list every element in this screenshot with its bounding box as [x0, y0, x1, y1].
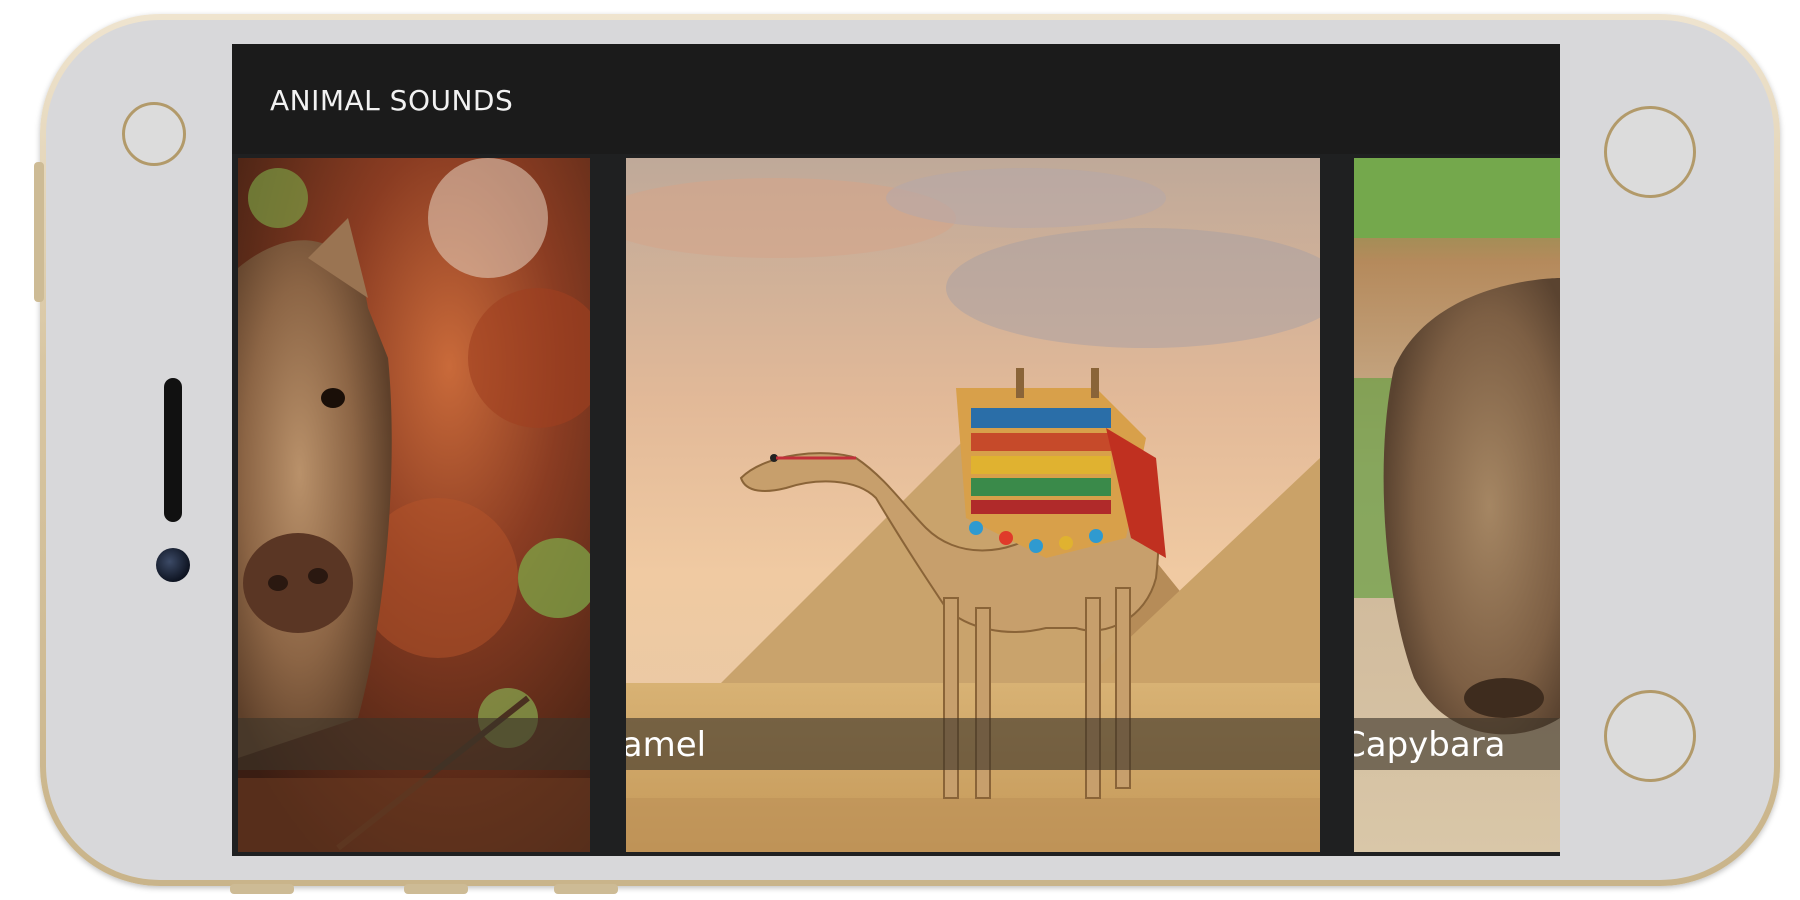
card-label-band [626, 718, 1320, 770]
app-screen: ANIMAL SOUNDS amel Capybara [232, 44, 1560, 856]
phone-button [404, 884, 468, 894]
phone-sensor-circle [122, 102, 186, 166]
app-bar: ANIMAL SOUNDS [232, 44, 1560, 154]
animal-card[interactable]: Capybara [1354, 158, 1560, 852]
phone-sensor-circle [1604, 106, 1696, 198]
animal-carousel[interactable]: Camel [232, 158, 1560, 852]
card-label-band [238, 718, 590, 770]
card-label: Capybara [1354, 725, 1506, 765]
phone-button [230, 884, 294, 894]
volume-button [34, 162, 44, 302]
phone-button [554, 884, 618, 894]
animal-card[interactable]: Camel [626, 158, 1320, 852]
phone-home-circle [1604, 690, 1696, 782]
phone-camera [156, 548, 190, 582]
app-title: ANIMAL SOUNDS [270, 84, 514, 117]
phone-speaker [164, 378, 182, 522]
card-label: Camel [626, 725, 707, 765]
animal-card[interactable] [238, 158, 590, 852]
